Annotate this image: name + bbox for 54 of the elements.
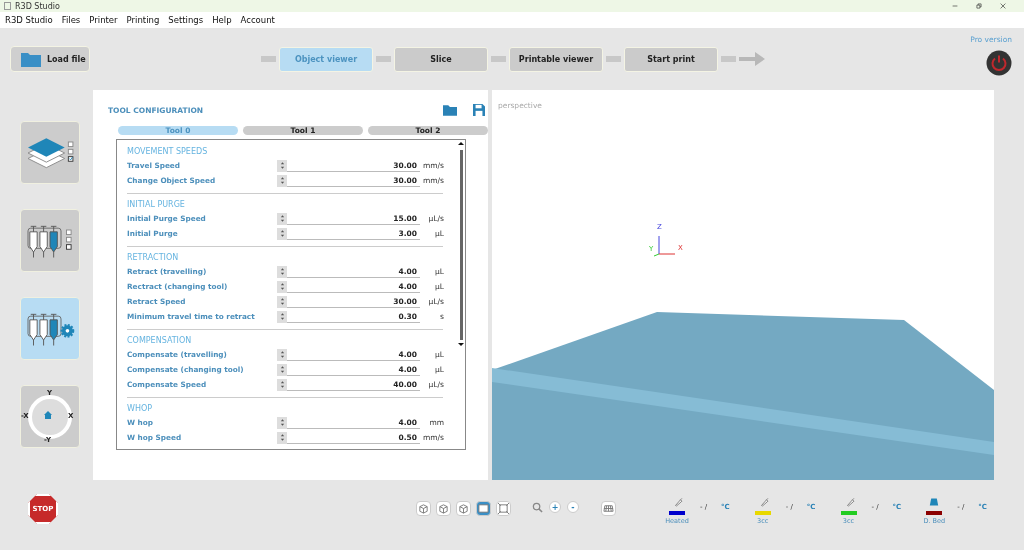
section-heading: RETRACTION: [127, 253, 180, 262]
menu-item[interactable]: R3D Studio: [5, 15, 53, 25]
iso-view-button[interactable]: [416, 501, 431, 516]
spinner-arrows[interactable]: [277, 310, 287, 323]
spinner-arrows[interactable]: [277, 159, 287, 172]
section-heading: MOVEMENT SPEEDS: [127, 147, 209, 156]
folder-icon[interactable]: [443, 104, 457, 116]
grid-button[interactable]: [601, 501, 616, 516]
menu-item[interactable]: Account: [240, 15, 275, 25]
folder-icon: [21, 51, 41, 67]
scroll-down-arrow[interactable]: [457, 340, 465, 348]
workflow-step[interactable]: Slice: [394, 46, 488, 72]
load-file-button[interactable]: Load file: [10, 46, 90, 72]
section-heading: COMPENSATION: [127, 336, 193, 345]
section-heading: INITIAL PURGE: [127, 200, 186, 209]
spinner-arrows[interactable]: [277, 348, 287, 361]
save-icon[interactable]: [472, 104, 486, 116]
spinner-arrows[interactable]: [277, 363, 287, 376]
app-icon: [4, 2, 11, 10]
home-icon: [43, 409, 53, 420]
scroll-up-arrow[interactable]: [457, 140, 465, 148]
layers-button[interactable]: [20, 121, 80, 184]
side-view-button[interactable]: [476, 501, 491, 516]
close-icon[interactable]: [1000, 3, 1006, 9]
spinner-arrows[interactable]: [277, 227, 287, 240]
spinner-arrows[interactable]: [277, 416, 287, 429]
menu-item[interactable]: Files: [61, 15, 81, 25]
syringe-settings-button[interactable]: [20, 297, 80, 360]
window-title: R3D Studio: [15, 1, 60, 11]
spinner-arrows[interactable]: [277, 280, 287, 293]
menu-item[interactable]: Printing: [126, 15, 160, 25]
spinner-arrows[interactable]: [277, 174, 287, 187]
spinner-arrows[interactable]: [277, 265, 287, 278]
menu-item[interactable]: Settings: [168, 15, 204, 25]
front-view-button[interactable]: [436, 501, 451, 516]
spinner-arrows[interactable]: [277, 378, 287, 391]
menu-item[interactable]: Help: [212, 15, 232, 25]
scrollbar-thumb[interactable]: [459, 150, 463, 340]
section-heading: WHOP: [127, 404, 154, 413]
power-button[interactable]: [986, 49, 1012, 76]
zoom-out-button[interactable]: -: [567, 501, 579, 513]
spinner-arrows[interactable]: [277, 295, 287, 308]
zoom-in-button[interactable]: +: [549, 501, 561, 513]
restore-icon[interactable]: [976, 3, 982, 9]
workflow-step[interactable]: Printable viewer: [509, 46, 603, 72]
syringes-button[interactable]: [20, 209, 80, 272]
menu-item[interactable]: Printer: [89, 15, 118, 25]
workflow-step[interactable]: Start print: [624, 46, 718, 72]
spinner-arrows[interactable]: [277, 431, 287, 444]
fit-view-button[interactable]: [496, 501, 511, 516]
spinner-arrows[interactable]: [277, 212, 287, 225]
search-icon[interactable]: [532, 501, 543, 513]
top-view-button[interactable]: [456, 501, 471, 516]
arrow-icon: [739, 52, 765, 66]
